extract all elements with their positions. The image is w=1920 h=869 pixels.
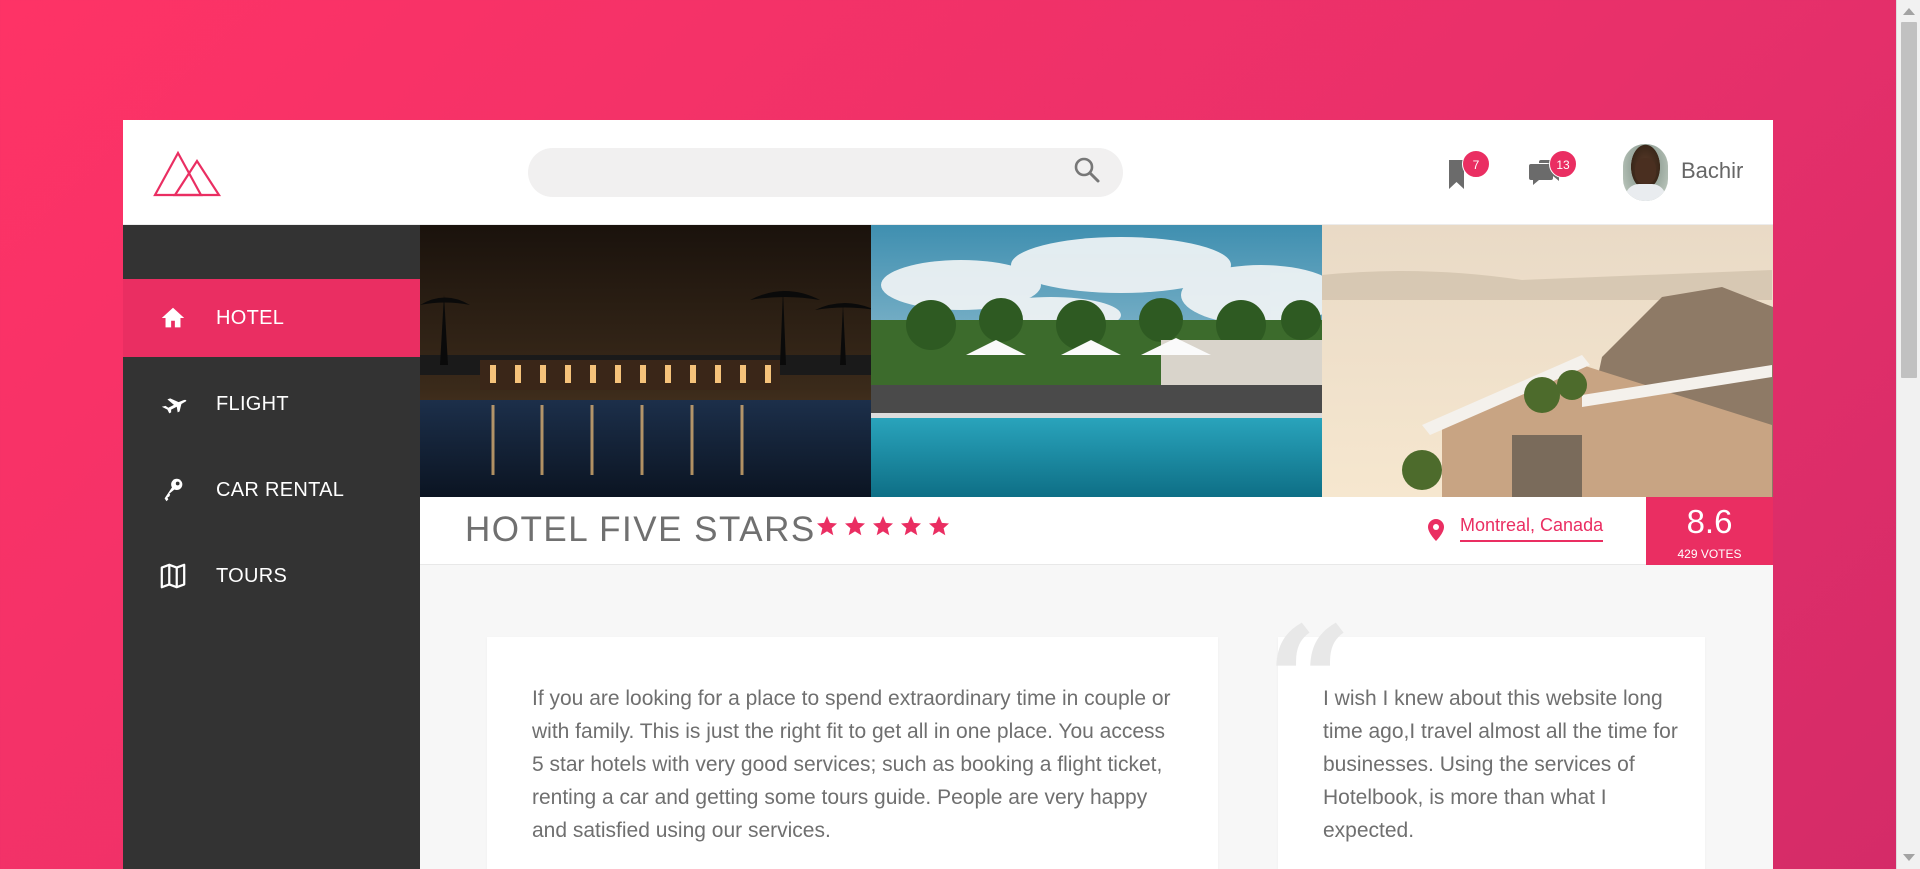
avatar-face	[1635, 158, 1656, 184]
gallery-photo-night-pool[interactable]	[420, 225, 871, 497]
key-icon	[158, 475, 188, 505]
votes-count: 429 VOTES	[1677, 547, 1742, 561]
avatar-shirt	[1625, 184, 1666, 201]
sidebar: HOTEL FLIGHT CAR RENTAL TOURS	[123, 225, 420, 869]
sidebar-item-car-rental[interactable]: CAR RENTAL	[123, 451, 420, 529]
sidebar-item-flight[interactable]: FLIGHT	[123, 365, 420, 443]
sidebar-item-label: HOTEL	[216, 306, 285, 329]
brand-logo-icon[interactable]	[153, 148, 223, 198]
star-icon	[929, 516, 949, 536]
bookmarks-count-badge: 7	[1462, 150, 1490, 178]
location-pin-icon	[1428, 519, 1444, 541]
sidebar-item-label: FLIGHT	[216, 392, 289, 415]
location-link[interactable]: Montreal, Canada	[1460, 515, 1604, 542]
scroll-down-arrow-icon[interactable]	[1903, 854, 1915, 861]
sidebar-item-label: TOURS	[216, 564, 288, 587]
map-icon	[158, 561, 188, 591]
page-scrollbar[interactable]	[1896, 0, 1920, 869]
search-icon[interactable]	[1073, 156, 1101, 184]
review-card: “ I wish I knew about this website long …	[1266, 607, 1705, 869]
sidebar-item-label: CAR RENTAL	[216, 478, 345, 501]
score-value: 8.6	[1686, 503, 1733, 540]
messages-count-badge: 13	[1549, 150, 1577, 178]
star-icon	[901, 516, 921, 536]
top-bar: 7 13 Bachir	[123, 120, 1773, 225]
review-text: I wish I knew about this website long ti…	[1323, 687, 1678, 842]
description-text: If you are looking for a place to spend …	[532, 687, 1171, 842]
star-rating	[815, 514, 951, 538]
bookmarks-button[interactable]: 7	[1438, 150, 1490, 198]
app-window: 7 13 Bachir HOTEL FLIGHT CAR RENTAL TOUR…	[123, 120, 1773, 869]
star-icon	[873, 516, 893, 536]
airplane-icon	[158, 389, 188, 419]
scrollbar-thumb[interactable]	[1901, 22, 1917, 378]
gallery-photo-day-pool[interactable]	[871, 225, 1322, 497]
hotel-info-bar: HOTEL FIVE STARS Montreal, Canada 8.6 42…	[420, 497, 1773, 565]
hotel-title: HOTEL FIVE STARS	[465, 510, 816, 549]
score-box: 8.6 429 VOTES	[1646, 497, 1773, 565]
home-icon	[158, 303, 188, 333]
search-input[interactable]	[528, 148, 1123, 197]
hotel-gallery	[420, 225, 1773, 497]
sidebar-item-hotel[interactable]: HOTEL	[123, 279, 420, 357]
gallery-photo-terrace[interactable]	[1322, 225, 1773, 497]
star-icon	[817, 516, 837, 536]
username-label[interactable]: Bachir	[1681, 158, 1743, 184]
content-area: If you are looking for a place to spend …	[420, 565, 1773, 869]
description-card: If you are looking for a place to spend …	[487, 637, 1218, 869]
messages-button[interactable]: 13	[1525, 150, 1577, 198]
avatar[interactable]	[1623, 144, 1668, 201]
sidebar-item-tours[interactable]: TOURS	[123, 537, 420, 615]
scroll-up-arrow-icon[interactable]	[1903, 8, 1915, 15]
star-icon	[845, 516, 865, 536]
